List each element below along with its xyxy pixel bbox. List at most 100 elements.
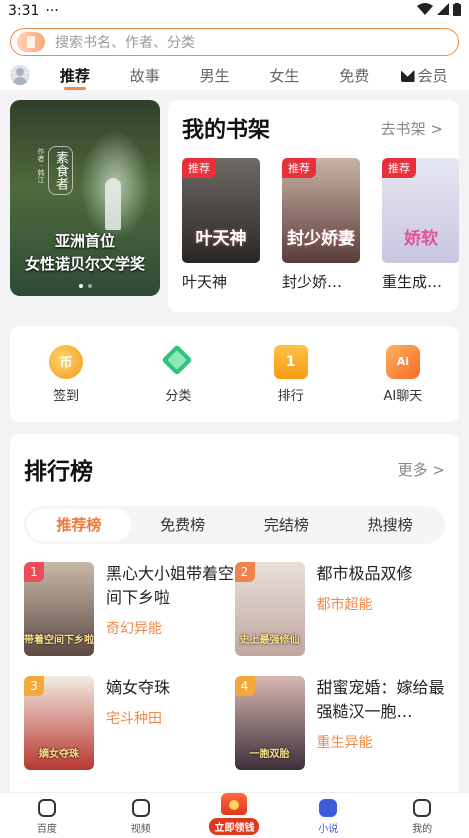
book-icon: [17, 32, 45, 52]
ranking-item-info: 黑心大小姐带着空间下乡啦 奇幻异能: [106, 562, 234, 656]
quick-category[interactable]: 分类: [122, 345, 234, 404]
ranking-item[interactable]: 4 一胞双胎 甜蜜宠婚：嫁给最强糙汉一胞… 重生异能: [234, 676, 446, 770]
nav-label: 视频: [130, 824, 151, 835]
tab-vip-label: 会员: [417, 66, 448, 85]
signal-icon: [437, 3, 449, 19]
nav-baidu[interactable]: 百度: [0, 793, 94, 838]
banner-book-title: 素食者: [48, 146, 73, 195]
cover-title: 带着空间下乡啦: [24, 635, 94, 646]
tab-free[interactable]: 免费: [319, 65, 389, 86]
banner-dot: [78, 284, 83, 288]
nav-label: 小说: [318, 824, 339, 835]
ranking-item-info: 甜蜜宠婚：嫁给最强糙汉一胞… 重生异能: [317, 676, 445, 770]
nav-video[interactable]: 视频: [94, 793, 188, 838]
promo-banner[interactable]: 作者 · 韩江 素食者 亚洲首位 女性诺贝尔文学奖: [10, 100, 160, 296]
ranking-list: 1 带着空间下乡啦 黑心大小姐带着空间下乡啦 奇幻异能 2 史上最强修仙 都市极…: [24, 562, 445, 790]
ranking-book-category: 重生异能: [316, 735, 373, 751]
bookshelf-list: 推荐 叶天神 叶天神 推荐 封少娇妻 封少娇… 推荐 娇软 重生成…: [182, 158, 459, 292]
cover-title: 叶天神: [195, 229, 247, 249]
book-cover: 1 带着空间下乡啦: [24, 562, 94, 656]
video-icon: [131, 799, 150, 817]
book-cover: 4 一胞双胎: [234, 676, 305, 770]
tab-vip[interactable]: 会员: [389, 65, 459, 86]
tab-free-list[interactable]: 免费榜: [131, 509, 235, 541]
vip-icon: [400, 70, 415, 82]
tab-recommend-list[interactable]: 推荐榜: [27, 509, 131, 541]
ranking-icon: [273, 344, 308, 379]
ranking-item[interactable]: 3 嫡女夺珠 嫡女夺珠 宅斗种田: [24, 676, 235, 770]
search-placeholder: 搜索书名、作者、分类: [55, 35, 195, 51]
coin-icon: [49, 344, 84, 379]
search-input[interactable]: 搜索书名、作者、分类: [10, 28, 459, 56]
rank-number: 1: [24, 562, 44, 582]
banner-caption-line2: 女性诺贝尔文学奖: [24, 255, 145, 273]
ranking-book-title: 嫡女夺珠: [106, 678, 171, 697]
banner-figure: [105, 178, 121, 230]
shelf-book[interactable]: 推荐 封少娇妻 封少娇…: [282, 158, 360, 292]
cover-title: 娇软: [404, 229, 438, 249]
cover-title: 嫡女夺珠: [39, 749, 79, 760]
tab-male[interactable]: 男生: [180, 65, 250, 86]
ranking-header: 排行榜 更多 >: [24, 452, 445, 486]
quick-label: 分类: [165, 388, 192, 404]
nav-novel[interactable]: 小说: [281, 793, 375, 838]
ranking-item-info: 嫡女夺珠 宅斗种田: [106, 676, 234, 770]
ranking-item-info: 都市极品双修 都市超能: [317, 562, 445, 656]
recommend-badge: 推荐: [182, 158, 216, 178]
cover-title: 史上最强修仙: [239, 635, 300, 646]
shelf-book[interactable]: 推荐 叶天神 叶天神: [182, 158, 260, 292]
book-name: 叶天神: [182, 273, 228, 291]
quick-ai-chat[interactable]: AI聊天: [347, 344, 459, 404]
bookshelf-card: 我的书架 去书架 > 推荐 叶天神 叶天神 推荐 封少娇妻 封少娇… 推荐 娇软…: [168, 100, 459, 312]
nav-label: 百度: [36, 824, 57, 835]
battery-icon: [453, 2, 461, 20]
ranking-item[interactable]: 1 带着空间下乡啦 黑心大小姐带着空间下乡啦 奇幻异能: [24, 562, 235, 656]
category-tabs: 推荐 故事 男生 女生 免费 会员: [0, 60, 469, 90]
book-name: 重生成…: [382, 273, 443, 291]
nav-claim-money[interactable]: 立即领钱: [188, 793, 282, 838]
ranking-book-title: 都市极品双修: [316, 564, 413, 583]
ranking-book-title: 黑心大小姐带着空间下乡啦: [106, 564, 235, 607]
avatar[interactable]: [10, 65, 30, 85]
status-time: 3:31: [8, 3, 40, 19]
baidu-icon: [37, 799, 56, 817]
shelf-book[interactable]: 推荐 娇软 重生成…: [382, 158, 459, 292]
category-icon: [161, 345, 195, 379]
bookshelf-title: 我的书架: [182, 118, 271, 143]
ranking-more-link[interactable]: 更多 >: [398, 459, 445, 480]
tab-recommend[interactable]: 推荐: [40, 65, 110, 86]
go-bookshelf-link[interactable]: 去书架 >: [381, 118, 443, 139]
ranking-book-title: 甜蜜宠婚：嫁给最强糙汉一胞…: [316, 678, 445, 721]
tab-story[interactable]: 故事: [110, 65, 180, 86]
profile-icon: [413, 799, 432, 817]
ranking-book-category: 都市超能: [316, 597, 373, 613]
book-cover: 推荐 叶天神: [182, 158, 260, 263]
status-bar: 3:31 ···: [0, 0, 469, 22]
search-area: 搜索书名、作者、分类: [0, 22, 469, 60]
ranking-tabs: 推荐榜 免费榜 完结榜 热搜榜: [24, 506, 445, 544]
quick-label: 排行: [277, 388, 304, 404]
book-cover: 推荐 娇软: [382, 158, 459, 263]
tab-finished-list[interactable]: 完结榜: [235, 509, 339, 541]
recommend-badge: 推荐: [382, 158, 416, 178]
ranking-title: 排行榜: [24, 459, 93, 485]
quick-sign-in[interactable]: 签到: [10, 344, 122, 404]
tab-hot-search-list[interactable]: 热搜榜: [338, 509, 442, 541]
ranking-item[interactable]: 2 史上最强修仙 都市极品双修 都市超能: [234, 562, 446, 656]
novel-icon: [319, 799, 338, 817]
quick-ranking[interactable]: 排行: [235, 344, 347, 404]
rank-number: 2: [234, 562, 255, 582]
red-packet-icon: [221, 793, 248, 815]
quick-actions: 签到 分类 排行 AI聊天: [10, 326, 459, 422]
bottom-navigation: 百度 视频 立即领钱 小说 我的: [0, 792, 469, 838]
ranking-book-category: 奇幻异能: [106, 621, 162, 637]
book-cover: 2 史上最强修仙: [234, 562, 305, 656]
nav-profile[interactable]: 我的: [375, 793, 469, 838]
nav-label: 立即领钱: [209, 818, 260, 835]
tab-female[interactable]: 女生: [249, 65, 319, 86]
book-name: 封少娇…: [282, 273, 343, 291]
ai-chat-icon: [385, 344, 420, 379]
cover-title: 封少娇妻: [287, 229, 355, 249]
ranking-book-category: 宅斗种田: [106, 711, 162, 727]
book-cover: 推荐 封少娇妻: [282, 158, 360, 263]
